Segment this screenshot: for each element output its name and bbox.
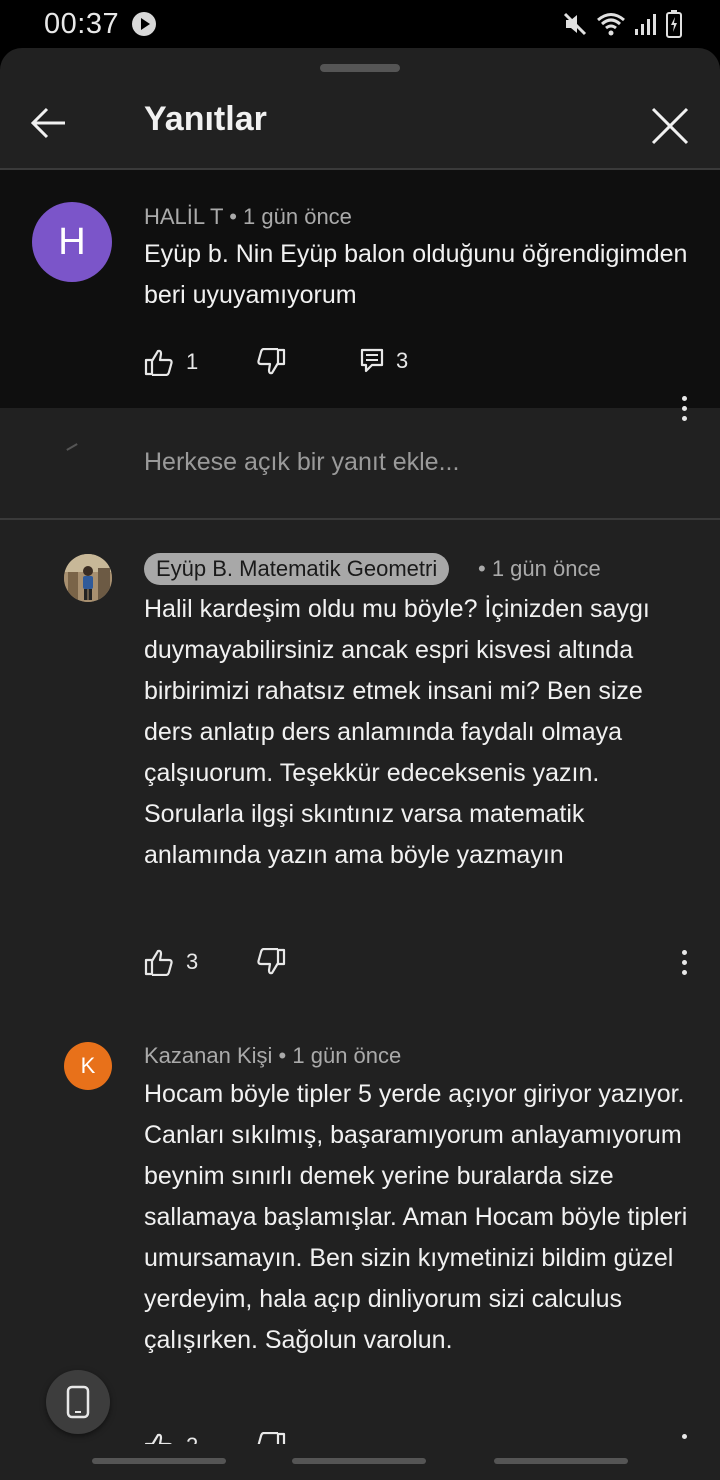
signal-icon	[635, 14, 656, 35]
phone-icon	[66, 1385, 90, 1419]
nav-back-gesture[interactable]	[92, 1458, 226, 1464]
comment-text: Hocam böyle tipler 5 yerde açıyor giriyo…	[144, 1080, 688, 1354]
more-vert-icon[interactable]	[674, 942, 694, 982]
avatar[interactable]	[64, 554, 112, 602]
like-button[interactable]: 1	[144, 348, 198, 376]
avatar[interactable]: H	[32, 202, 112, 282]
like-count: 1	[186, 349, 199, 374]
thumb-down-icon	[257, 948, 286, 975]
comment-meta: • 1 gün önce	[478, 556, 601, 582]
play-circle-icon	[132, 12, 156, 36]
close-icon	[651, 107, 689, 145]
reply-input[interactable]: Herkese açık bir yanıt ekle...	[144, 448, 459, 477]
thumb-down-icon	[257, 348, 286, 375]
status-icons	[562, 10, 682, 38]
page-title: Yanıtlar	[144, 100, 267, 138]
meta-separator: •	[229, 204, 244, 229]
drag-handle[interactable]	[320, 64, 400, 72]
status-bar: 00:37	[0, 0, 720, 48]
comment-text: Eyüp b. Nin Eyüp balon olduğunu öğrendig…	[144, 240, 688, 309]
system-nav-bar	[0, 1444, 720, 1480]
back-button[interactable]	[24, 98, 74, 148]
reply-input-row[interactable]: Herkese açık bir yanıt ekle...	[0, 408, 720, 520]
mute-icon	[563, 12, 587, 36]
reply-icon	[360, 348, 384, 373]
header: Yanıtlar	[0, 78, 720, 170]
comment-author[interactable]: Kazanan Kişi	[144, 1043, 272, 1068]
avatar[interactable]: K	[64, 1042, 112, 1090]
replies-sheet: Yanıtlar H HALİL T • 1 gün önce Eyüp b. …	[0, 48, 720, 1480]
like-button[interactable]: 3	[144, 948, 198, 976]
dislike-button[interactable]	[256, 948, 286, 976]
comment-time[interactable]: 1 gün önce	[492, 556, 601, 581]
reply-button[interactable]: 3	[360, 348, 408, 374]
meta-separator: •	[478, 556, 492, 581]
wifi-icon	[597, 13, 625, 36]
battery-icon	[666, 10, 682, 38]
channel-owner-badge[interactable]: Eyüp B. Matematik Geometri	[144, 553, 450, 585]
floating-phone-button[interactable]	[46, 1370, 110, 1434]
reply-count: 3	[396, 348, 409, 373]
comment-meta: HALİL T • 1 gün önce	[144, 204, 352, 230]
comment-meta: Kazanan Kişi • 1 gün önce	[144, 1043, 401, 1069]
avatar-photo	[64, 554, 112, 602]
comment-time[interactable]: 1 gün önce	[292, 1043, 401, 1068]
divider-mark	[66, 443, 78, 451]
comment-time[interactable]: 1 gün önce	[243, 204, 352, 229]
nav-recents-gesture[interactable]	[494, 1458, 628, 1464]
thumb-up-icon	[144, 349, 173, 376]
comment-author[interactable]: HALİL T	[144, 204, 223, 229]
status-time: 00:37	[44, 8, 120, 40]
nav-home-gesture[interactable]	[292, 1458, 426, 1464]
thumb-up-icon	[144, 949, 173, 976]
comment-text: Halil kardeşim oldu mu böyle? İçinizden …	[144, 595, 650, 869]
close-button[interactable]	[642, 98, 698, 154]
back-arrow-icon	[30, 107, 65, 139]
like-count: 3	[186, 949, 199, 974]
parent-comment: H HALİL T • 1 gün önce Eyüp b. Nin Eyüp …	[0, 170, 720, 421]
meta-separator: •	[278, 1043, 293, 1068]
dislike-button[interactable]	[256, 348, 286, 376]
